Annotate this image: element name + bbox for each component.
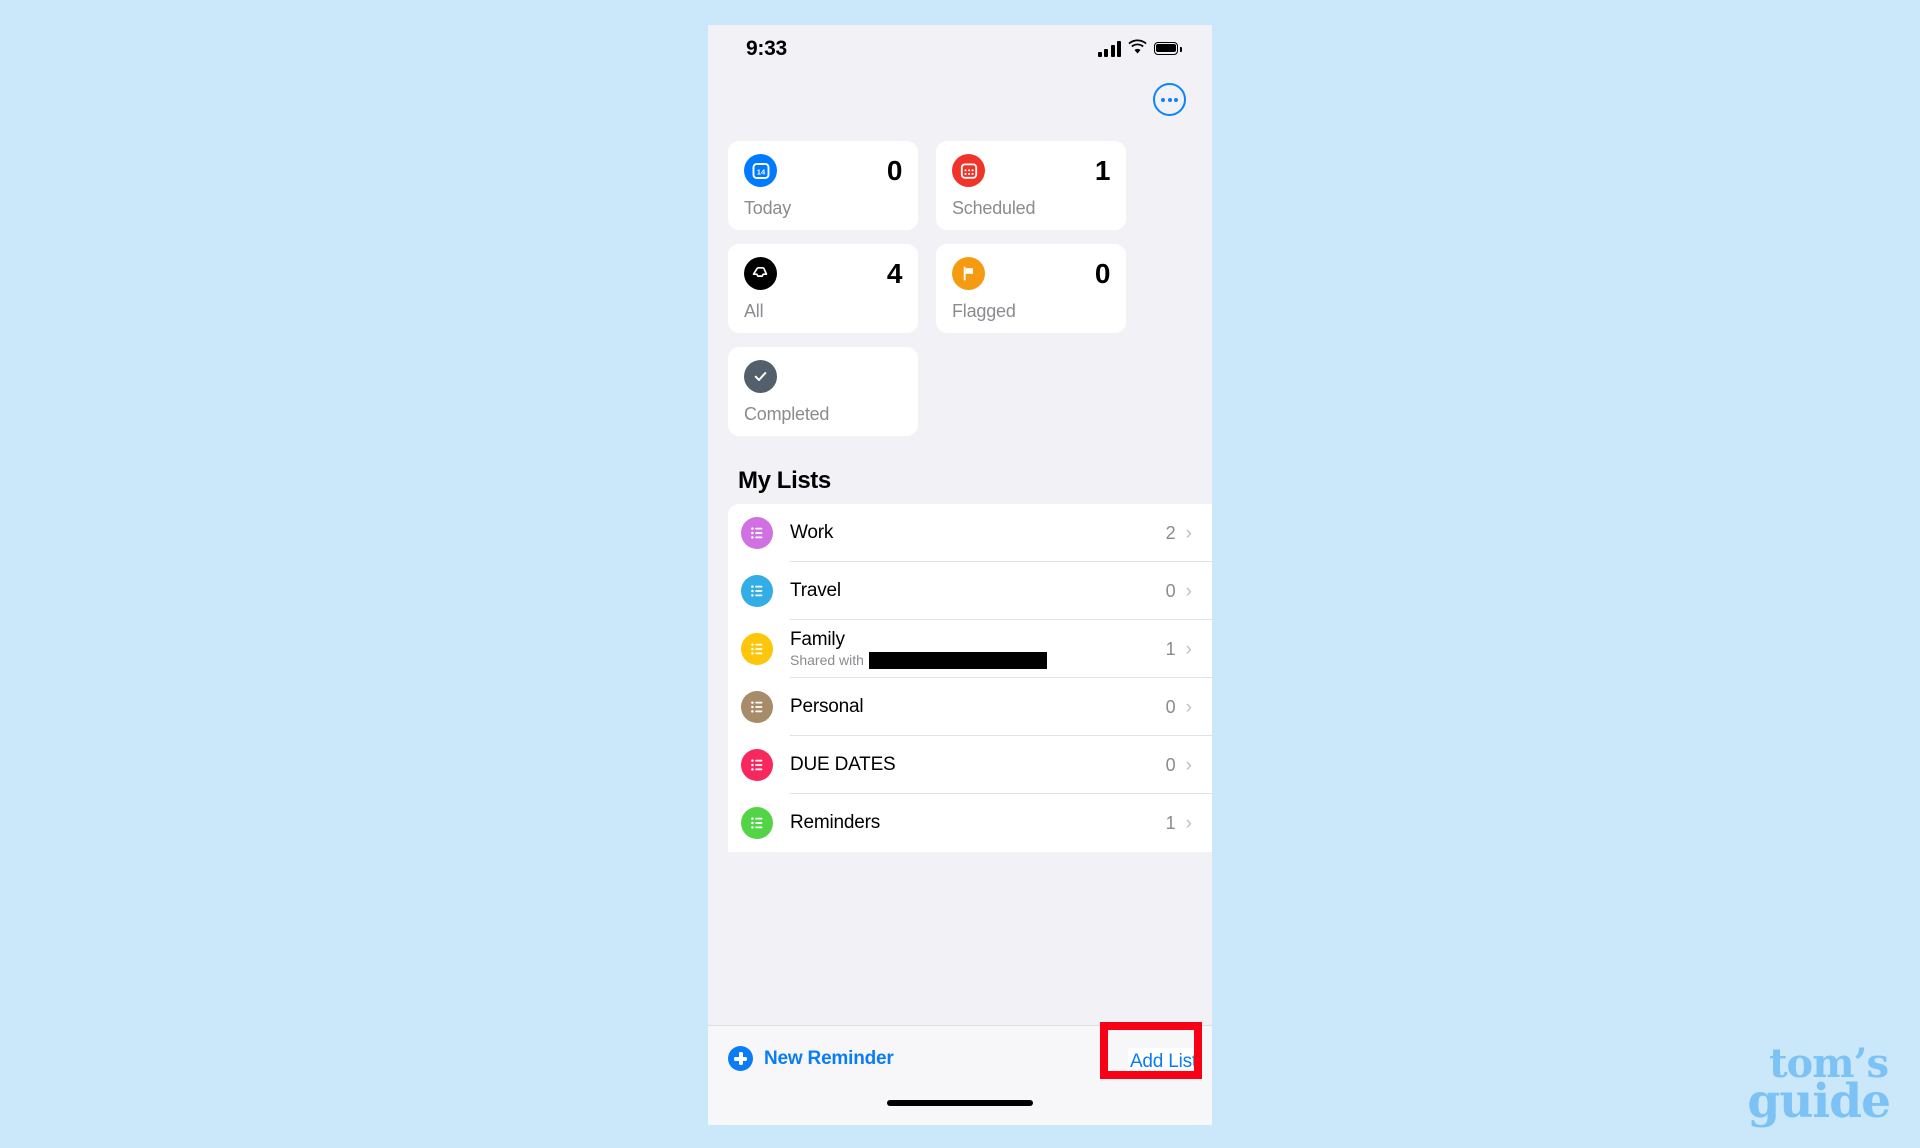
list-item-name: Reminders — [790, 812, 881, 834]
chevron-right-icon: › — [1185, 812, 1192, 834]
bullet-list-icon — [741, 575, 773, 607]
watermark-line-2: guide — [1747, 1073, 1891, 1129]
smart-lists-row: 14 0 Today 1 Scheduled — [728, 141, 1192, 230]
list-item-text: Work — [790, 522, 1166, 544]
list-item-work[interactable]: Work 2 › — [728, 504, 1212, 562]
list-item-text: Family Shared with — [790, 629, 1166, 669]
ellipsis-dot — [1174, 97, 1178, 102]
checkmark-icon — [744, 360, 777, 393]
phone-screen: 9:33 14 0 Today 1 Scheduled 4 All 0 Flag… — [708, 25, 1212, 1125]
list-item-name: Family — [790, 629, 845, 651]
list-item-count: 0 — [1165, 696, 1176, 717]
list-item-right: 0 › — [1166, 755, 1212, 776]
shared-with-label: Shared with — [790, 652, 864, 669]
smart-lists-row: 4 All 0 Flagged — [728, 244, 1192, 333]
smart-card-label: All — [744, 301, 764, 321]
list-item-subtitle: Shared with — [790, 651, 1166, 669]
smart-card-top: 4 — [744, 257, 903, 290]
smart-card-label: Flagged — [952, 301, 1016, 321]
list-item-count: 0 — [1165, 754, 1176, 775]
new-reminder-label: New Reminder — [764, 1047, 894, 1069]
new-reminder-button[interactable]: New Reminder — [728, 1046, 894, 1071]
chevron-right-icon: › — [1185, 580, 1192, 602]
toms-guide-watermark: tom’s guide — [1747, 1043, 1891, 1129]
list-item-personal[interactable]: Personal 0 › — [728, 678, 1212, 736]
list-item-text: Personal — [790, 696, 1166, 718]
status-bar-icons — [1097, 39, 1183, 59]
list-item-right: 2 › — [1166, 523, 1212, 544]
status-bar: 9:33 — [708, 25, 1212, 77]
home-indicator — [887, 1100, 1033, 1106]
smart-card-count: 0 — [1094, 257, 1111, 289]
bullet-list-icon — [741, 691, 773, 723]
wifi-icon — [1128, 39, 1147, 59]
plus-circle-icon — [728, 1046, 753, 1071]
bottom-toolbar: New Reminder Add List — [708, 1025, 1212, 1125]
smart-card-top: 1 — [952, 154, 1111, 187]
list-item-right: 1 › — [1166, 639, 1212, 660]
smart-card-today[interactable]: 14 0 Today — [728, 141, 918, 230]
list-item-right: 1 › — [1166, 813, 1212, 834]
calendar-day-icon: 14 — [744, 154, 777, 187]
list-item-travel[interactable]: Travel 0 › — [728, 562, 1212, 620]
list-item-count: 0 — [1165, 580, 1176, 601]
smart-card-count: 1 — [1094, 154, 1111, 186]
smart-lists-grid: 14 0 Today 1 Scheduled 4 All 0 Flagged C… — [728, 141, 1192, 450]
battery-icon — [1154, 41, 1182, 57]
smart-card-count: 4 — [886, 257, 903, 289]
list-item-text: Travel — [790, 580, 1166, 602]
bullet-list-icon — [741, 633, 773, 665]
list-item-right: 0 › — [1166, 697, 1212, 718]
inbox-tray-icon — [744, 257, 777, 290]
smart-card-label: Scheduled — [952, 198, 1036, 218]
chevron-right-icon: › — [1185, 522, 1192, 544]
my-lists-card: Work 2 › Travel 0 › Family Shared with 1… — [728, 504, 1212, 852]
smart-card-scheduled[interactable]: 1 Scheduled — [936, 141, 1126, 230]
add-list-button[interactable]: Add List — [1127, 1048, 1199, 1076]
smart-lists-row: Completed — [728, 347, 1192, 436]
list-item-due-dates[interactable]: DUE DATES 0 › — [728, 736, 1212, 794]
list-item-name: DUE DATES — [790, 754, 896, 776]
page-title: My Lists — [738, 467, 831, 494]
calendar-grid-icon — [952, 154, 985, 187]
bullet-list-icon — [741, 749, 773, 781]
smart-card-count: 0 — [886, 154, 903, 186]
smart-card-completed[interactable]: Completed — [728, 347, 918, 436]
list-item-family[interactable]: Family Shared with 1 › — [728, 620, 1212, 678]
chevron-right-icon: › — [1185, 696, 1192, 718]
chevron-right-icon: › — [1185, 754, 1192, 776]
smart-card-label: Completed — [744, 404, 830, 424]
smart-card-all[interactable]: 4 All — [728, 244, 918, 333]
smart-card-label: Today — [744, 198, 792, 218]
list-item-right: 0 › — [1166, 581, 1212, 602]
smart-card-top — [744, 360, 902, 393]
list-item-text: Reminders — [790, 812, 1166, 834]
list-item-reminders[interactable]: Reminders 1 › — [728, 794, 1212, 852]
cellular-signal-icon — [1097, 41, 1121, 57]
list-item-name: Work — [790, 522, 834, 544]
redacted-name-bar — [868, 651, 1047, 669]
list-item-name: Personal — [790, 696, 864, 718]
list-item-count: 1 — [1165, 812, 1176, 833]
smart-card-flagged[interactable]: 0 Flagged — [936, 244, 1126, 333]
status-bar-time: 9:33 — [746, 37, 787, 60]
ellipsis-dot — [1167, 97, 1172, 102]
bullet-list-icon — [741, 517, 773, 549]
smart-card-top: 0 — [952, 257, 1111, 290]
ellipsis-dot — [1161, 97, 1165, 102]
smart-card-top: 14 0 — [744, 154, 903, 187]
list-item-text: DUE DATES — [790, 754, 1166, 776]
ellipsis-circle-icon[interactable] — [1153, 83, 1186, 116]
list-item-name: Travel — [790, 580, 841, 602]
list-item-count: 2 — [1165, 522, 1176, 543]
svg-text:14: 14 — [756, 167, 765, 176]
chevron-right-icon: › — [1185, 638, 1192, 660]
list-item-count: 1 — [1165, 638, 1176, 659]
bullet-list-icon — [741, 807, 773, 839]
flag-icon — [952, 257, 985, 290]
